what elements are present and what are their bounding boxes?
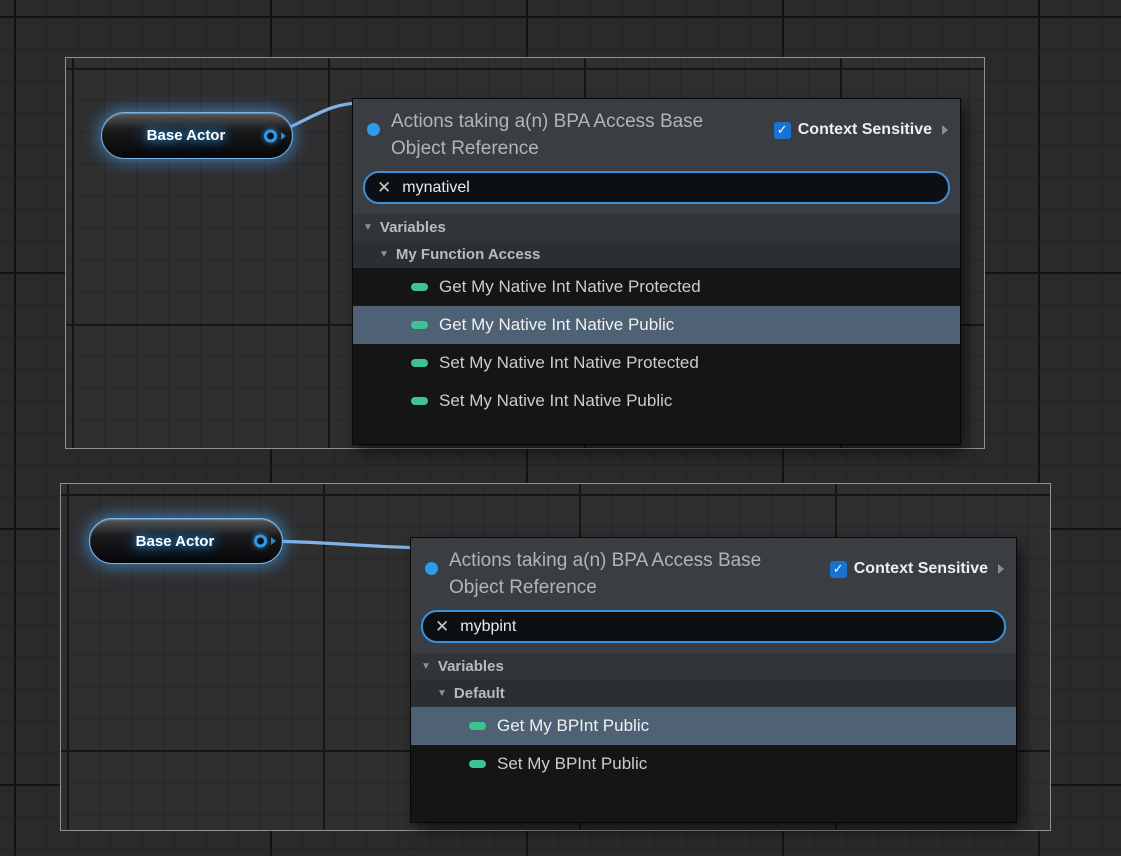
- pin-arrow-icon: [281, 132, 286, 140]
- context-sensitive-toggle[interactable]: ✓ Context Sensitive: [774, 108, 950, 139]
- action-label: Get My Native Int Native Public: [439, 315, 674, 335]
- pin-arrow-icon: [271, 537, 276, 545]
- pin-type-icon: [367, 123, 380, 136]
- clear-search-icon[interactable]: ✕: [377, 179, 391, 196]
- variable-pill-icon: [411, 283, 428, 291]
- action-label: Set My BPInt Public: [497, 754, 647, 774]
- search-input[interactable]: [460, 618, 992, 636]
- action-label: Get My BPInt Public: [497, 716, 649, 736]
- action-label: Set My Native Int Native Public: [439, 391, 672, 411]
- variable-pill-icon: [411, 397, 428, 405]
- graph-panel-top[interactable]: Base Actor Actions taking a(n) BPA Acces…: [65, 57, 985, 449]
- node-title: Base Actor: [147, 127, 248, 144]
- variable-pill-icon: [469, 722, 486, 730]
- search-box[interactable]: ✕: [421, 610, 1006, 643]
- action-list-item[interactable]: Set My Native Int Native Protected: [353, 344, 960, 382]
- blueprint-node-base-actor[interactable]: Base Actor: [101, 112, 293, 159]
- menu-title: Actions taking a(n) BPA Access Base Obje…: [449, 547, 809, 601]
- checkbox-icon[interactable]: ✓: [774, 122, 791, 139]
- context-action-menu: Actions taking a(n) BPA Access Base Obje…: [411, 538, 1016, 822]
- context-sensitive-toggle[interactable]: ✓ Context Sensitive: [830, 547, 1006, 578]
- collapse-triangle-icon[interactable]: ▼: [363, 222, 373, 233]
- collapse-triangle-icon[interactable]: ▼: [379, 249, 389, 260]
- context-sensitive-label: Context Sensitive: [854, 560, 988, 578]
- action-list-item[interactable]: Set My BPInt Public: [411, 745, 1016, 783]
- variable-pill-icon: [469, 760, 486, 768]
- search-input[interactable]: [402, 179, 936, 197]
- category-row-default[interactable]: ▼ Default: [411, 680, 1016, 707]
- search-box[interactable]: ✕: [363, 171, 950, 204]
- menu-title: Actions taking a(n) BPA Access Base Obje…: [391, 108, 751, 162]
- connection-wire: [260, 541, 431, 548]
- action-list-item-selected[interactable]: Get My Native Int Native Public: [353, 306, 960, 344]
- checkbox-icon[interactable]: ✓: [830, 561, 847, 578]
- category-label: Variables: [380, 219, 446, 236]
- action-list-item-selected[interactable]: Get My BPInt Public: [411, 707, 1016, 745]
- collapse-triangle-icon[interactable]: ▼: [437, 688, 447, 699]
- blueprint-node-base-actor[interactable]: Base Actor: [89, 518, 283, 564]
- blueprint-graph-canvas[interactable]: Base Actor Actions taking a(n) BPA Acces…: [0, 0, 1121, 856]
- variable-pill-icon: [411, 359, 428, 367]
- action-list-item[interactable]: Get My Native Int Native Protected: [353, 268, 960, 306]
- list-filler: [353, 420, 960, 444]
- action-list-item[interactable]: Set My Native Int Native Public: [353, 382, 960, 420]
- category-label: Variables: [438, 658, 504, 675]
- check-mark: ✓: [833, 561, 844, 577]
- category-row-my-function-access[interactable]: ▼ My Function Access: [353, 241, 960, 268]
- action-label: Get My Native Int Native Protected: [439, 277, 701, 297]
- variable-pill-icon: [411, 321, 428, 329]
- action-label: Set My Native Int Native Protected: [439, 353, 699, 373]
- chevron-right-icon[interactable]: [998, 564, 1004, 574]
- category-row-variables[interactable]: ▼ Variables: [353, 214, 960, 241]
- clear-search-icon[interactable]: ✕: [435, 618, 449, 635]
- chevron-right-icon[interactable]: [942, 125, 948, 135]
- pin-type-icon: [425, 562, 438, 575]
- object-output-pin[interactable]: [254, 535, 267, 548]
- category-label: My Function Access: [396, 246, 540, 263]
- object-output-pin[interactable]: [264, 129, 277, 142]
- category-label: Default: [454, 685, 505, 702]
- menu-header: Actions taking a(n) BPA Access Base Obje…: [353, 99, 960, 214]
- list-filler: [411, 783, 1016, 822]
- context-sensitive-label: Context Sensitive: [798, 121, 932, 139]
- collapse-triangle-icon[interactable]: ▼: [421, 661, 431, 672]
- menu-header: Actions taking a(n) BPA Access Base Obje…: [411, 538, 1016, 653]
- context-action-menu: Actions taking a(n) BPA Access Base Obje…: [353, 99, 960, 444]
- node-title: Base Actor: [136, 533, 237, 550]
- category-row-variables[interactable]: ▼ Variables: [411, 653, 1016, 680]
- check-mark: ✓: [777, 122, 788, 138]
- graph-panel-bottom[interactable]: Base Actor Actions taking a(n) BPA Acces…: [60, 483, 1051, 831]
